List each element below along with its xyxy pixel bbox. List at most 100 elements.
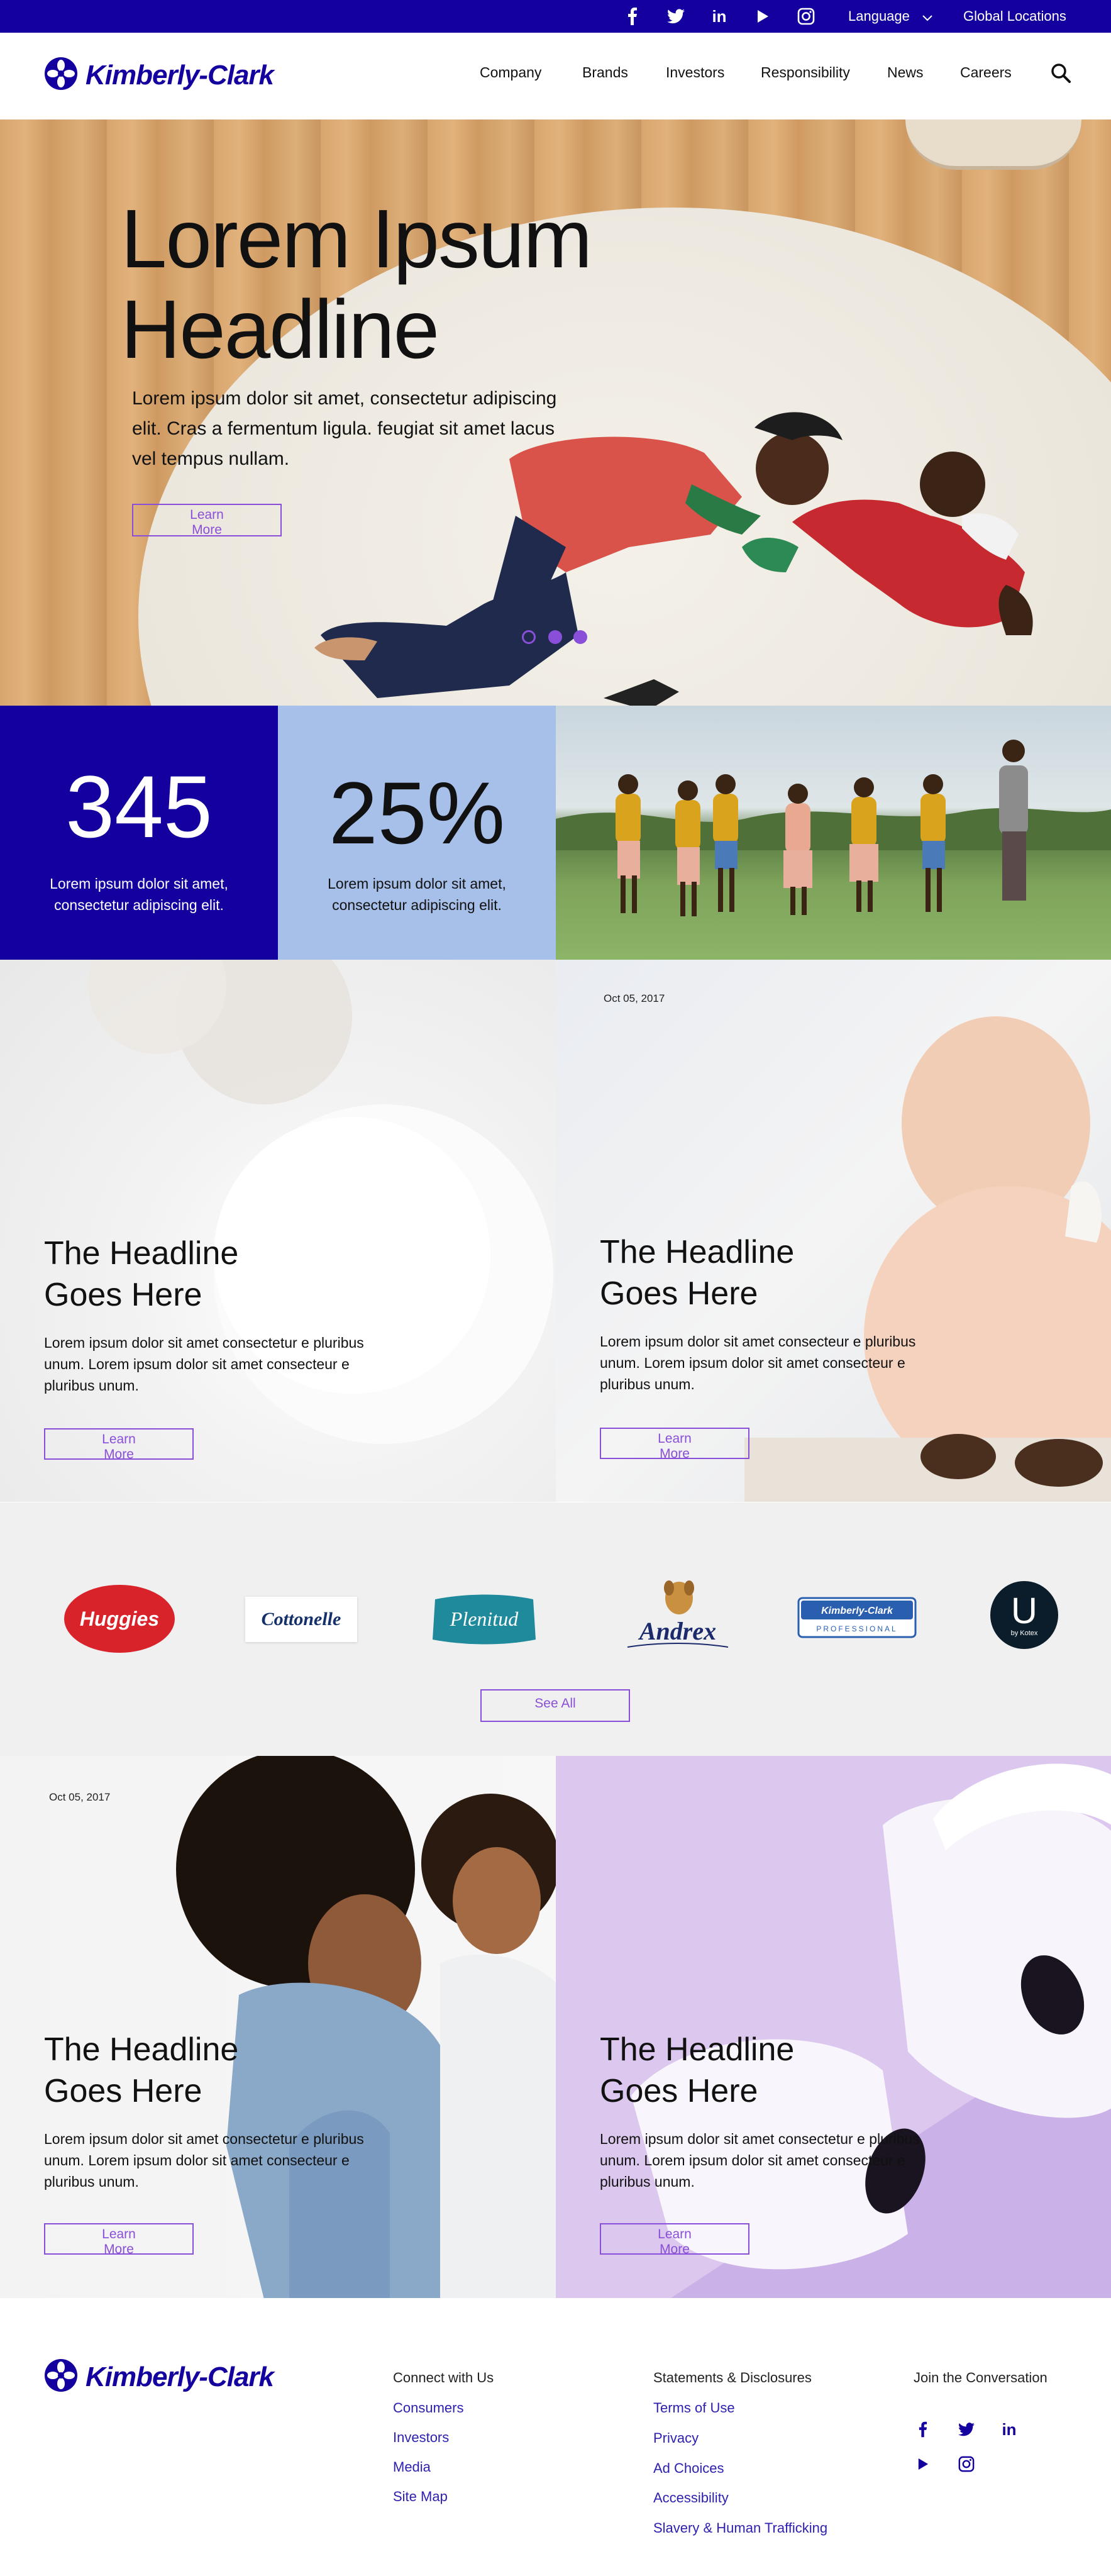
join-heading: Join the Conversation — [914, 2370, 1047, 2385]
nav-careers[interactable]: Careers — [960, 64, 1012, 81]
hero-stool-image — [905, 119, 1081, 170]
hero-learn-more-button[interactable]: Learn More — [132, 504, 282, 537]
stat-box-1: 345 Lorem ipsum dolor sit amet, consecte… — [0, 706, 278, 960]
nav-company[interactable]: Company — [480, 64, 541, 81]
card-2-title-line1: The Headline — [600, 1234, 795, 1270]
footer-logo[interactable]: Kimberly-Clark — [44, 2358, 274, 2396]
hero: Lorem Ipsum Headline Lorem ipsum dolor s… — [0, 119, 1111, 706]
cotton-photo — [88, 960, 553, 1444]
site-footer: Kimberly-Clark Connect with Us Consumers… — [0, 2299, 1111, 2576]
toilet-paper-photo — [631, 1763, 1111, 2298]
card-3-title: The Headline Goes Here — [44, 2029, 396, 2112]
kc-professional-sub-text: PROFESSIONAL — [816, 1624, 897, 1633]
card-4-button-line2: More — [660, 2242, 690, 2257]
card-4-title: The Headline Goes Here — [600, 2029, 952, 2112]
card-3-button-line2: More — [104, 2242, 134, 2257]
card-1-button-line2: More — [104, 1447, 134, 1462]
global-locations-link[interactable]: Global Locations — [963, 0, 1066, 33]
card-2-button-line1: Learn — [658, 1431, 692, 1446]
footer-link-privacy[interactable]: Privacy — [653, 2430, 699, 2446]
kimberly-clark-logo-icon — [44, 2358, 78, 2396]
utility-bar: in Language Global Locations — [0, 0, 1111, 33]
stat-text-2: Lorem ipsum dolor sit amet, consectetur … — [328, 875, 506, 913]
youtube-icon[interactable] — [754, 8, 771, 25]
hero-button-line2: More — [192, 523, 222, 537]
instagram-icon[interactable] — [797, 8, 815, 25]
card-2-learn-more-button[interactable]: Learn More — [600, 1428, 749, 1461]
card-1-title-line2: Goes Here — [44, 1277, 202, 1313]
baby-photo — [744, 1016, 1111, 1502]
brands-section: Huggies Cottonelle Plenitud Andrex Kimbe… — [0, 1502, 1111, 1756]
chevron-down-icon — [922, 1, 932, 33]
hero-body: Lorem ipsum dolor sit amet, consectetur … — [132, 388, 557, 469]
nav-brands[interactable]: Brands — [582, 64, 628, 81]
card-2-title: The Headline Goes Here — [600, 1231, 952, 1314]
hero-button-line1: Learn — [190, 508, 224, 522]
statements-heading: Statements & Disclosures — [653, 2370, 812, 2385]
feature-card-1: The Headline Goes Here Lorem ipsum dolor… — [0, 960, 556, 1502]
carousel-dot-1[interactable] — [522, 630, 536, 644]
search-icon[interactable] — [1050, 62, 1071, 87]
children-walking-photo — [556, 706, 1111, 960]
card-2-body: Lorem ipsum dolor sit amet consecteur e … — [600, 1333, 916, 1392]
hero-title-line1: Lorem Ipsum — [121, 192, 592, 285]
logo-text: Kimberly-Clark — [86, 59, 274, 91]
card-4-title-line2: Goes Here — [600, 2073, 758, 2109]
facebook-icon[interactable] — [914, 2420, 932, 2439]
language-label: Language — [848, 8, 910, 24]
huggies-logo[interactable]: Huggies — [63, 1584, 176, 1653]
card-2-button-line2: More — [660, 1446, 690, 1461]
language-selector[interactable]: Language — [848, 0, 932, 33]
instagram-icon[interactable] — [957, 2455, 976, 2473]
connect-heading: Connect with Us — [393, 2370, 494, 2385]
card-4-button-line1: Learn — [658, 2227, 692, 2241]
stat-text-1: Lorem ipsum dolor sit amet, consectetur … — [50, 875, 228, 913]
andrex-logo[interactable]: Andrex — [621, 1577, 734, 1658]
footer-link-investors[interactable]: Investors — [393, 2429, 449, 2446]
carousel-dot-2[interactable] — [548, 630, 562, 644]
u-by-kotex-letter: U — [1011, 1591, 1037, 1631]
carousel-dot-3[interactable] — [573, 630, 587, 644]
kimberly-clark-logo-icon — [44, 57, 78, 94]
footer-link-media[interactable]: Media — [393, 2459, 431, 2475]
stat-number-2: 25% — [328, 763, 506, 862]
nav-responsibility[interactable]: Responsibility — [761, 64, 850, 81]
linkedin-icon[interactable]: in — [710, 7, 728, 26]
nav-news[interactable]: News — [887, 64, 924, 81]
see-all-brands-button[interactable]: See All — [480, 1689, 630, 1722]
footer-logo-text: Kimberly-Clark — [86, 2361, 274, 2392]
youtube-icon[interactable] — [914, 2455, 932, 2473]
u-by-kotex-logo[interactable]: U by Kotex — [990, 1581, 1058, 1649]
cottonelle-logo[interactable]: Cottonelle — [245, 1597, 357, 1642]
linkedin-icon[interactable]: in — [1000, 2420, 1019, 2439]
nav-investors[interactable]: Investors — [666, 64, 724, 81]
card-3-title-line2: Goes Here — [44, 2073, 202, 2109]
footer-link-terms[interactable]: Terms of Use — [653, 2400, 735, 2416]
stat-number-1: 345 — [65, 757, 213, 856]
u-by-kotex-sub-text: by Kotex — [1010, 1629, 1038, 1637]
stat-box-2: 25% Lorem ipsum dolor sit amet, consecte… — [278, 706, 556, 960]
card-2-date: Oct 05, 2017 — [604, 992, 665, 1004]
footer-link-consumers[interactable]: Consumers — [393, 2400, 463, 2416]
twitter-icon[interactable] — [667, 8, 685, 25]
facebook-icon[interactable] — [624, 8, 641, 25]
card-2-title-line2: Goes Here — [600, 1275, 758, 1312]
header-logo[interactable]: Kimberly-Clark — [44, 57, 274, 94]
footer-link-site-map[interactable]: Site Map — [393, 2489, 448, 2505]
footer-link-accessibility[interactable]: Accessibility — [653, 2490, 729, 2506]
card-3-body: Lorem ipsum dolor sit amet consectetur e… — [44, 2131, 364, 2190]
andrex-logo-text: Andrex — [638, 1617, 716, 1645]
card-3-learn-more-button[interactable]: Learn More — [44, 2223, 194, 2257]
card-4-body: Lorem ipsum dolor sit amet consectetur e… — [600, 2131, 920, 2190]
twitter-icon[interactable] — [957, 2420, 976, 2439]
footer-link-slavery[interactable]: Slavery & Human Trafficking — [653, 2520, 827, 2536]
kimberly-clark-professional-logo[interactable]: Kimberly-Clark PROFESSIONAL — [797, 1597, 917, 1638]
plenitud-logo[interactable]: Plenitud — [429, 1591, 539, 1648]
footer-link-ad-choices[interactable]: Ad Choices — [653, 2460, 724, 2477]
card-4-learn-more-button[interactable]: Learn More — [600, 2223, 749, 2257]
card-1-learn-more-button[interactable]: Learn More — [44, 1428, 194, 1462]
card-1-button-line1: Learn — [102, 1432, 136, 1446]
huggies-logo-text: Huggies — [80, 1607, 159, 1630]
feature-card-2: Oct 05, 2017 The Headline Goes Here Lore… — [556, 960, 1111, 1502]
plenitud-logo-text: Plenitud — [450, 1607, 519, 1630]
